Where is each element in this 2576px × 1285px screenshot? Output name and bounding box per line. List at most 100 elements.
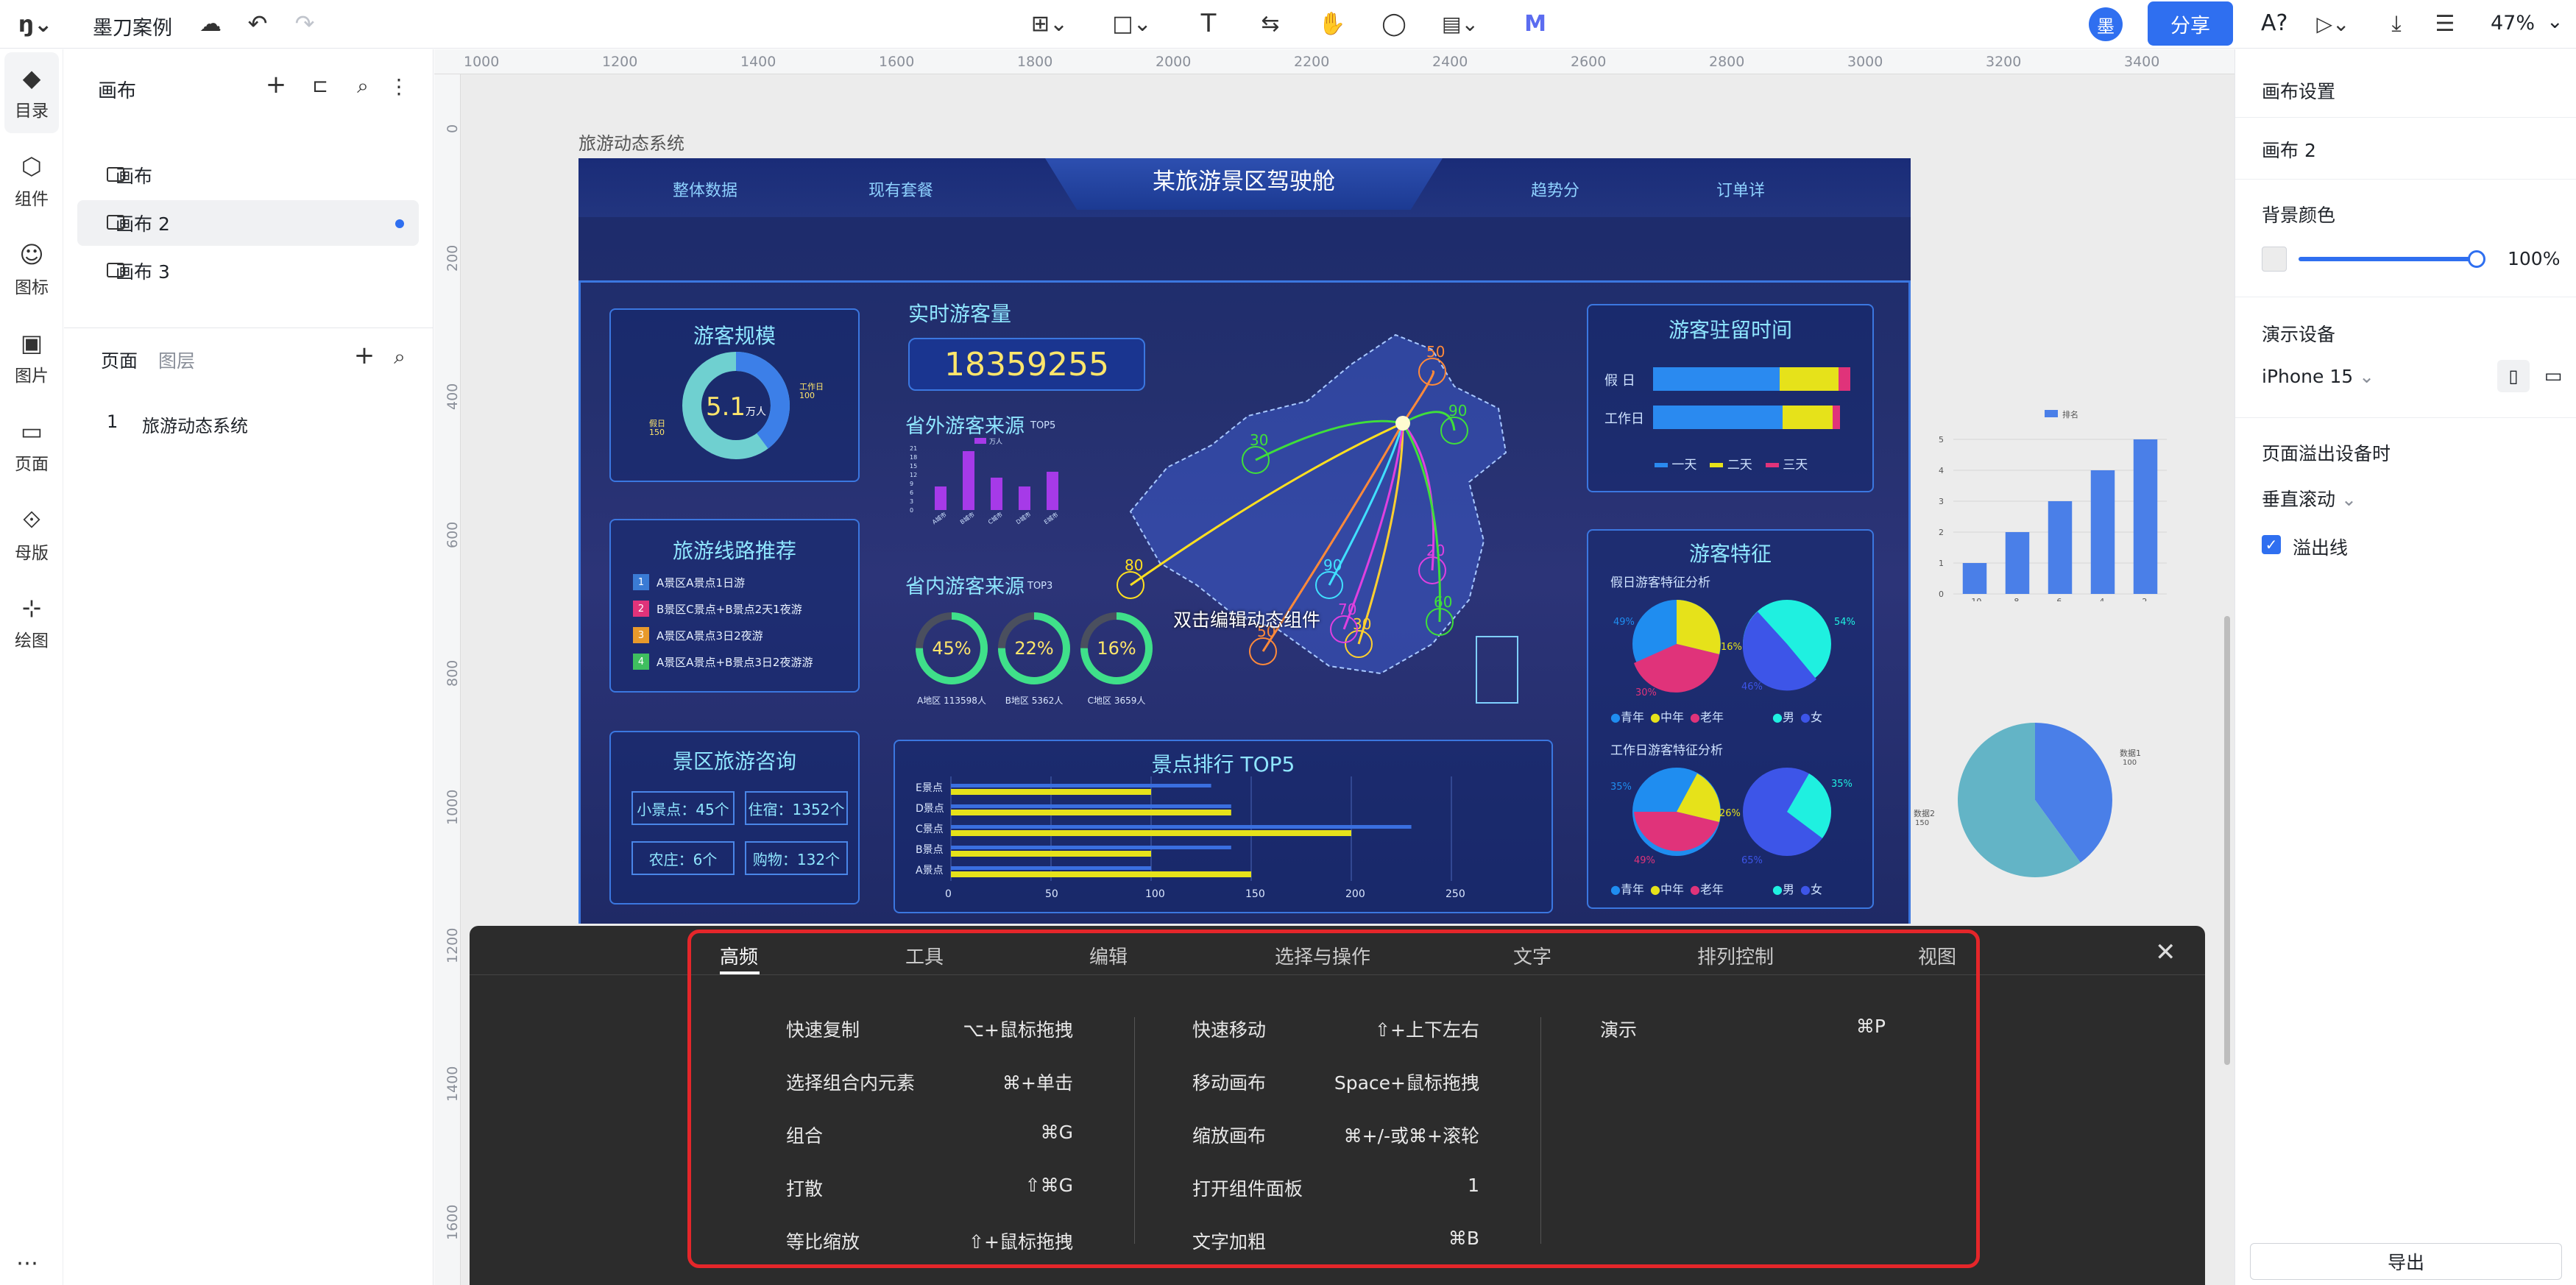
page-item-name[interactable]: 旅游动态系统 [142,411,248,437]
x-tick: 250 [1446,888,1465,900]
redo-icon[interactable]: ↷ [290,9,319,38]
workday-pies: 35% 26% 49% 35% 65% [1610,768,1853,866]
workday-value: 100 [799,391,815,400]
user-avatar[interactable]: 墨 [2089,7,2123,41]
nav-packages[interactable]: 现有套餐 [868,177,933,201]
opacity-slider[interactable] [2299,257,2474,261]
flow-hub [1395,416,1410,431]
folder-icon[interactable]: ⊏ [307,73,333,99]
consult-cell: 农庄：6个 [631,841,735,875]
route-item[interactable]: 3 A景区A景点3日2夜游 [633,622,854,648]
add-insert-icon[interactable]: ⊞⌄ [1027,9,1072,38]
stay-row-label: 工作日 [1604,411,1644,427]
y-tick: 9 [910,481,913,487]
side-bar-chart[interactable]: 排名543210108642 [1936,410,2179,601]
features-panel[interactable]: 游客特征 假日游客特征分析 49% 16% 30% 54% 46% ●青年 ●中… [1587,529,1874,909]
overflow-select[interactable]: 垂直滚动 ⌄ [2262,485,2357,511]
rail-item-master[interactable]: ⟐ 母版 [0,494,63,575]
y-tick: 18 [910,454,917,461]
modao-logo-icon[interactable]: ŋ⌄ [13,10,57,38]
route-item[interactable]: 4 A景区A景点+B景点3日2夜游游 [633,648,854,675]
tab-pages[interactable]: 页面 [101,347,138,373]
holiday-subtitle: 假日游客特征分析 [1610,576,1710,590]
ruler-tick: 1200 [445,927,461,963]
share-button[interactable]: 分享 [2148,1,2233,46]
download-icon[interactable]: ⤓ [2382,9,2411,38]
pct-label: 49% [1613,617,1635,628]
opacity-slider-handle[interactable] [2468,250,2485,268]
canvas-name[interactable]: 画布 2 [2262,136,2316,163]
canvas-item-2[interactable]: 画布 2 [77,200,419,246]
rail-item-pages[interactable]: ▭ 页面 [0,406,63,486]
canvas-item-3[interactable]: 画布 3 [77,248,419,294]
rail-item-components[interactable]: ⬡ 组件 [0,141,63,222]
rail-item-icons[interactable]: ☺ 图标 [0,229,63,310]
rail-item-drawing[interactable]: ⊹ 绘图 [0,582,63,663]
route-panel[interactable]: 旅游线路推荐 1 A景区A景点1日游 2 B景区C景点+B景点2天1夜游 3 A景区A景点… [609,519,860,693]
layers-icon: ◆ [22,64,41,92]
page-search-icon[interactable]: ⌕ [386,344,413,370]
ranking-panel[interactable]: 景点排行 TOP5 0 50 100 150 200 250 E景点 D景点 C景点 B景点 A景点 [894,740,1553,913]
canvas-scrollbar[interactable] [2224,616,2230,1065]
stay-panel[interactable]: 游客驻留时间 假 日 工作日 一天 二天 三天 [1587,304,1874,492]
overflow-line-checkbox[interactable]: ✓ [2262,535,2281,554]
bar [2048,501,2073,594]
opacity-value[interactable]: 100% [2508,248,2560,269]
rectangle-tool-icon[interactable]: □⌄ [1110,9,1154,38]
visitor-scale-panel[interactable]: 游客规模 5.1万人 假日 150 工作日 100 [609,308,860,482]
x-tick: 150 [1245,888,1265,900]
note-tool-icon[interactable]: ▤⌄ [1438,9,1482,38]
cloud-sync-icon[interactable]: ☁ [194,9,227,38]
pct-label: 46% [1741,682,1763,693]
nav-orders[interactable]: 订单详 [1716,177,1765,201]
ai-icon[interactable]: M [1519,9,1551,38]
pct-label: 16% [1721,642,1742,653]
panel-title: 景区旅游咨询 [672,749,796,774]
tab-layers[interactable]: 图层 [158,347,195,373]
export-button[interactable]: 导出 [2250,1243,2562,1280]
bg-color-swatch[interactable] [2262,247,2287,272]
device-select[interactable]: iPhone 15 ⌄ [2262,366,2374,387]
canvas-item-1[interactable]: 画布 [77,152,419,198]
route-item[interactable]: 2 B景区C景点+B景点2天1夜游 [633,595,854,622]
y-tick: 12 [910,472,917,478]
settings-sliders-icon[interactable]: ☰ [2430,9,2460,38]
ruler-tick: 1600 [879,54,915,70]
overflow-label: 页面溢出设备时 [2262,443,2391,464]
frame-label[interactable]: 旅游动态系统 [578,129,684,155]
font-check-icon[interactable]: A? [2261,10,2287,36]
x-tick: C城市 [986,511,1003,526]
china-flow-map[interactable]: 50309080 902060305070 [1086,320,1528,732]
add-page-icon[interactable]: + [351,341,378,370]
rail-item-images[interactable]: ▣ 图片 [0,317,63,398]
text-tool-icon[interactable]: T [1194,7,1223,40]
route-item[interactable]: 1 A景区A景点1日游 [633,569,854,595]
consult-panel[interactable]: 景区旅游咨询 小景点：45个 住宿：1352个 农庄：6个 购物：132个 [609,731,860,905]
x-tick: E城市 [1042,511,1059,525]
search-icon[interactable]: ⌕ [350,73,376,99]
add-canvas-icon[interactable]: + [263,70,289,99]
zoom-dropdown-icon[interactable]: ⌄ [2547,10,2563,33]
project-name[interactable]: 墨刀案例 [93,12,172,40]
rail-item-directory[interactable]: ◆ 目录 [4,52,59,133]
comment-icon[interactable]: ◯ [1379,9,1409,38]
portrait-device-icon[interactable]: ▯ [2497,360,2530,392]
legend-swatch [974,438,986,444]
undo-icon[interactable]: ↶ [243,9,272,38]
landscape-device-icon[interactable]: ▭ [2537,360,2569,392]
connector-tool-icon[interactable]: ⇆ [1256,9,1285,38]
sex-legend: ●男 ●女 [1772,879,1822,897]
nav-overall[interactable]: 整体数据 [673,177,737,201]
more-options-icon[interactable]: ⋮ [388,73,410,99]
more-icon[interactable]: ⋯ [16,1250,38,1276]
dashboard-frame[interactable]: 某旅游景区驾驶舱 整体数据 现有套餐 趋势分 订单详 游客规模 5.1万人 假日… [578,158,1911,924]
stay-bar-day3 [1833,406,1840,429]
legend-item: ●青年 [1610,710,1644,724]
side-pie-chart[interactable]: 数据1100 数据2150 [1914,704,2156,896]
ruler-tick: 3400 [2124,54,2160,70]
play-preview-icon[interactable]: ▷⌄ [2311,9,2355,38]
zoom-level[interactable]: 47% [2491,12,2535,35]
nav-trend[interactable]: 趋势分 [1531,177,1579,201]
hand-tool-icon[interactable]: ✋ [1317,9,1347,38]
dash-divider [578,280,1911,283]
